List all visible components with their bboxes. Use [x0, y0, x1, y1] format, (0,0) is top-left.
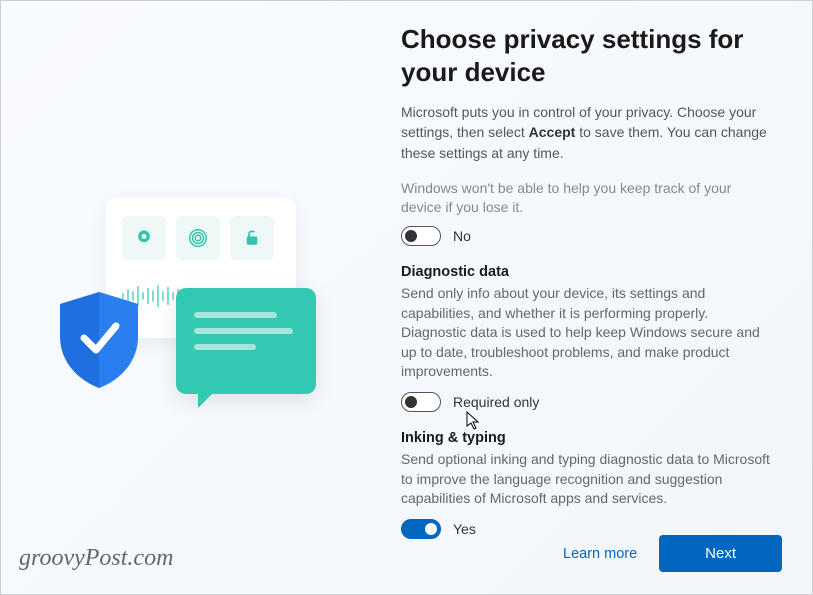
shield-check-icon	[56, 290, 142, 390]
next-button[interactable]: Next	[659, 535, 782, 572]
diagnostic-desc: Send only info about your device, its se…	[401, 284, 772, 382]
inking-desc: Send optional inking and typing diagnost…	[401, 450, 772, 509]
inking-toggle[interactable]	[401, 519, 441, 539]
diagnostic-heading: Diagnostic data	[401, 264, 772, 280]
illustration-pane	[1, 1, 371, 594]
inking-heading: Inking & typing	[401, 430, 772, 446]
privacy-illustration	[56, 198, 316, 438]
learn-more-link[interactable]: Learn more	[563, 546, 637, 562]
intro-text: Microsoft puts you in control of your pr…	[401, 102, 772, 163]
unlock-icon	[230, 216, 274, 260]
find-my-device-desc: Windows won't be able to help you keep t…	[401, 179, 772, 218]
watermark: groovyPost.com	[19, 545, 173, 572]
page-title: Choose privacy settings for your device	[401, 23, 772, 88]
diagnostic-label: Required only	[453, 394, 539, 410]
find-my-device-toggle[interactable]	[401, 226, 441, 246]
settings-scroll-area[interactable]: Windows won't be able to help you keep t…	[401, 179, 772, 594]
content-pane: Choose privacy settings for your device …	[371, 1, 812, 594]
inking-label: Yes	[453, 521, 476, 537]
chat-bubble-icon	[176, 288, 316, 394]
find-my-device-label: No	[453, 228, 471, 244]
fingerprint-icon	[176, 216, 220, 260]
diagnostic-toggle[interactable]	[401, 392, 441, 412]
location-pin-icon	[122, 216, 166, 260]
